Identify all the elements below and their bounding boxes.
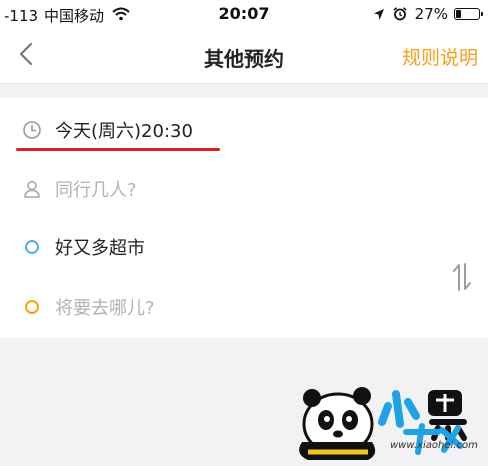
swap-vertical-icon [452,262,472,296]
origin-value: 好又多超市 [55,238,145,259]
nav-bar: 其他预约 规则说明 [0,30,488,84]
status-right: 27% [373,5,483,23]
battery-nub [481,12,483,16]
chevron-left-icon [19,42,33,70]
clock-icon [22,120,42,140]
battery-fill [456,10,461,18]
back-button[interactable] [12,40,40,72]
rules-button[interactable]: 规则说明 [402,43,478,70]
watermark-url: www.xiaohei.com [390,440,478,451]
origin-dot-icon [22,237,42,257]
companions-placeholder: 同行几人? [55,180,137,201]
battery-percent: 27% [414,5,448,23]
person-icon [22,179,42,199]
destination-placeholder: 将要去哪儿? [55,298,155,319]
location-arrow-icon [373,8,385,21]
status-bar: -113 中国移动 20:07 27% [0,0,488,30]
destination-dot-icon [22,297,42,317]
battery-icon [454,8,483,20]
origin-field[interactable]: 好又多超市 [0,218,488,276]
swap-button[interactable] [448,262,476,296]
destination-field[interactable]: 将要去哪儿? [0,278,488,336]
destination-dot [25,300,39,314]
origin-dot [25,240,39,254]
time-value: 今天(周六)20:30 [55,121,193,142]
highlight-underline [16,148,220,151]
companions-field[interactable]: 同行几人? [0,160,488,218]
alarm-icon [393,7,407,21]
